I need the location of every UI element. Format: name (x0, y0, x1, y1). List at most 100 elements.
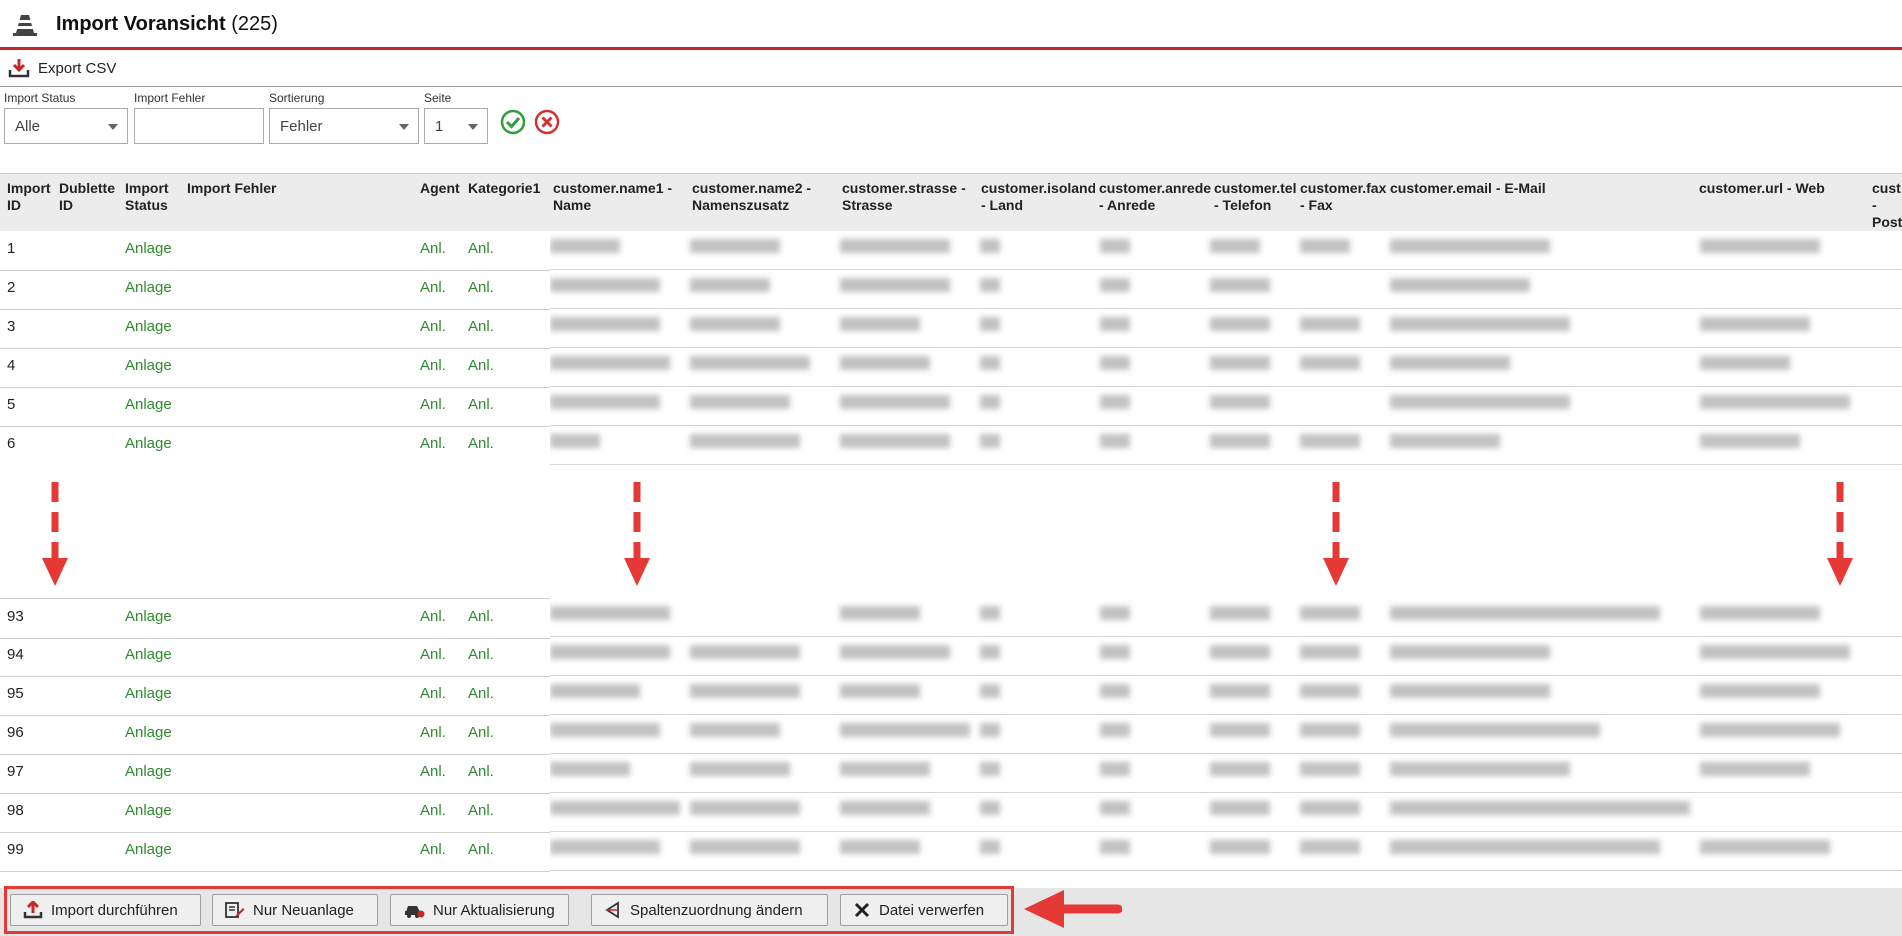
cell-kategorie1: Anl. (468, 318, 494, 335)
cell-agent: Anl. (420, 841, 446, 858)
left-arrow-annotation (1024, 890, 1122, 928)
cell-agent: Anl. (420, 435, 446, 452)
cell-import-status: Anlage (125, 435, 172, 452)
cell-kategorie1: Anl. (468, 608, 494, 625)
header-name2[interactable]: customer.name2 - Namenszusatz (692, 180, 837, 214)
chevron-down-icon (108, 124, 118, 130)
chevron-down-icon (468, 124, 478, 130)
cell-kategorie1: Anl. (468, 724, 494, 741)
table-row[interactable]: 5 Anlage Anl. Anl. (0, 387, 550, 427)
header-dublette-id[interactable]: Dublette ID (59, 180, 121, 214)
header-post[interactable]: cust - Post (1872, 180, 1902, 231)
down-arrow-annotation (1827, 482, 1853, 586)
cell-import-id: 5 (7, 396, 16, 413)
table-row[interactable]: 98 Anlage Anl. Anl. (0, 793, 550, 833)
cell-import-id: 94 (7, 646, 24, 663)
chevron-down-icon (399, 124, 409, 130)
header-url[interactable]: customer.url - Web (1699, 180, 1869, 197)
seite-select[interactable]: 1 (424, 108, 488, 144)
check-icon[interactable] (500, 109, 526, 135)
header-kategorie1[interactable]: Kategorie1 (468, 180, 550, 197)
cell-import-id: 95 (7, 685, 24, 702)
cell-import-status: Anlage (125, 608, 172, 625)
page-title-text: Import Voransicht (56, 13, 226, 35)
cell-kategorie1: Anl. (468, 357, 494, 374)
cell-import-id: 99 (7, 841, 24, 858)
cell-agent: Anl. (420, 802, 446, 819)
table-row[interactable]: 99 Anlage Anl. Anl. (0, 832, 550, 872)
header-agent[interactable]: Agent (420, 180, 466, 197)
down-arrow-annotation (624, 482, 650, 586)
header-email[interactable]: customer.email - E-Mail (1390, 180, 1690, 197)
table-row[interactable]: 95 Anlage Anl. Anl. (0, 676, 550, 716)
cell-import-status: Anlage (125, 685, 172, 702)
sortierung-filter: Sortierung Fehler (269, 90, 419, 144)
cell-kategorie1: Anl. (468, 396, 494, 413)
cell-import-id: 96 (7, 724, 24, 741)
page-title-count: (225) (231, 13, 278, 35)
cell-kategorie1: Anl. (468, 240, 494, 257)
import-status-select[interactable]: Alle (4, 108, 128, 144)
cell-import-status: Anlage (125, 318, 172, 335)
import-status-value: Alle (15, 118, 41, 135)
export-icon (8, 59, 30, 78)
header-isoland[interactable]: customer.isoland - Land (981, 180, 1095, 214)
highlight-box-annotation (4, 886, 1014, 934)
header-import-status[interactable]: Import Status (125, 180, 183, 214)
table-row[interactable]: 93 Anlage Anl. Anl. (0, 598, 550, 639)
cell-agent: Anl. (420, 724, 446, 741)
import-status-label: Import Status (4, 91, 76, 105)
cell-import-status: Anlage (125, 841, 172, 858)
header-anrede[interactable]: customer.anrede - Anrede (1099, 180, 1213, 214)
page-title: Import Voransicht (225) (56, 13, 278, 36)
cell-agent: Anl. (420, 396, 446, 413)
sortierung-label: Sortierung (269, 91, 325, 105)
header-import-id[interactable]: Import ID (7, 180, 59, 214)
table-row[interactable]: 1 Anlage Anl. Anl. (0, 231, 550, 271)
sortierung-select[interactable]: Fehler (269, 108, 419, 144)
table-row[interactable]: 3 Anlage Anl. Anl. (0, 309, 550, 349)
import-status-filter: Import Status Alle (4, 90, 128, 144)
table-row[interactable]: 97 Anlage Anl. Anl. (0, 754, 550, 794)
export-csv-button[interactable]: Export CSV (8, 56, 116, 80)
cell-import-status: Anlage (125, 763, 172, 780)
header-name1[interactable]: customer.name1 - Name (553, 180, 688, 214)
table-row[interactable]: 2 Anlage Anl. Anl. (0, 270, 550, 310)
header-fax[interactable]: customer.fax - Fax (1300, 180, 1388, 214)
table-row[interactable]: 4 Anlage Anl. Anl. (0, 348, 550, 388)
cell-import-status: Anlage (125, 646, 172, 663)
cell-import-id: 4 (7, 357, 16, 374)
table-row[interactable]: 6 Anlage Anl. Anl. (0, 426, 550, 465)
header-strasse[interactable]: customer.strasse - Strasse (842, 180, 976, 214)
cell-kategorie1: Anl. (468, 802, 494, 819)
cell-agent: Anl. (420, 608, 446, 625)
import-fehler-label: Import Fehler (134, 91, 206, 105)
import-fehler-filter: Import Fehler (134, 90, 264, 144)
cell-import-status: Anlage (125, 240, 172, 257)
cell-agent: Anl. (420, 240, 446, 257)
cell-import-status: Anlage (125, 279, 172, 296)
header-import-fehler[interactable]: Import Fehler (187, 180, 407, 197)
cell-kategorie1: Anl. (468, 763, 494, 780)
export-csv-label: Export CSV (38, 59, 117, 77)
blurred-data-upper (550, 231, 1902, 466)
seite-filter: Seite 1 (424, 90, 488, 144)
cell-kategorie1: Anl. (468, 841, 494, 858)
cancel-icon[interactable] (534, 109, 560, 135)
table-header: Import ID Dublette ID Import Status Impo… (0, 173, 1902, 231)
seite-label: Seite (424, 91, 452, 105)
blurred-data-lower (550, 598, 1902, 874)
cell-kategorie1: Anl. (468, 279, 494, 296)
cell-import-status: Anlage (125, 357, 172, 374)
cell-import-id: 98 (7, 802, 24, 819)
cell-agent: Anl. (420, 357, 446, 374)
cell-import-id: 3 (7, 318, 16, 335)
table-row[interactable]: 96 Anlage Anl. Anl. (0, 715, 550, 755)
cell-import-status: Anlage (125, 396, 172, 413)
cell-import-id: 93 (7, 608, 24, 625)
import-fehler-input[interactable] (134, 108, 264, 144)
cell-agent: Anl. (420, 763, 446, 780)
cell-agent: Anl. (420, 279, 446, 296)
header-telefon[interactable]: customer.tel - Telefon (1214, 180, 1298, 214)
table-row[interactable]: 94 Anlage Anl. Anl. (0, 637, 550, 677)
